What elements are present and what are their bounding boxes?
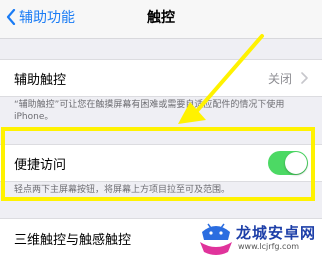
watermark: 龙城安卓网 www.lcjrfg.com (198, 218, 318, 260)
assistive-touch-value: 关闭 (267, 72, 292, 86)
toggle-knob (285, 152, 307, 174)
assistive-touch-row[interactable]: 辅助触控 关闭 (0, 59, 322, 97)
three-d-touch-label: 三维触控与触感触控 (14, 233, 132, 248)
reachability-row: 便捷访问 (0, 144, 322, 182)
chevron-right-icon (301, 72, 308, 84)
reachability-label: 便捷访问 (14, 158, 67, 173)
watermark-url: www.lcjrfg.com (238, 242, 300, 251)
reachability-toggle[interactable] (268, 151, 308, 175)
watermark-name: 龙城安卓网 (236, 224, 317, 242)
navigation-bar: 辅助功能 触控 (0, 0, 322, 38)
assistive-touch-label: 辅助触控 (14, 73, 67, 88)
page-title: 触控 (147, 10, 175, 26)
assistive-touch-footnote: “辅助触控”可让您在触摸屏幕有困难或需要自适应配件的情况下使用iPhone。 (14, 100, 285, 122)
reachability-footnote: 轻点两下主屏幕按钮，将屏幕上方项目拉至可及范围。 (14, 185, 231, 195)
android-logo-icon (200, 223, 232, 255)
navbar-divider (0, 38, 322, 39)
